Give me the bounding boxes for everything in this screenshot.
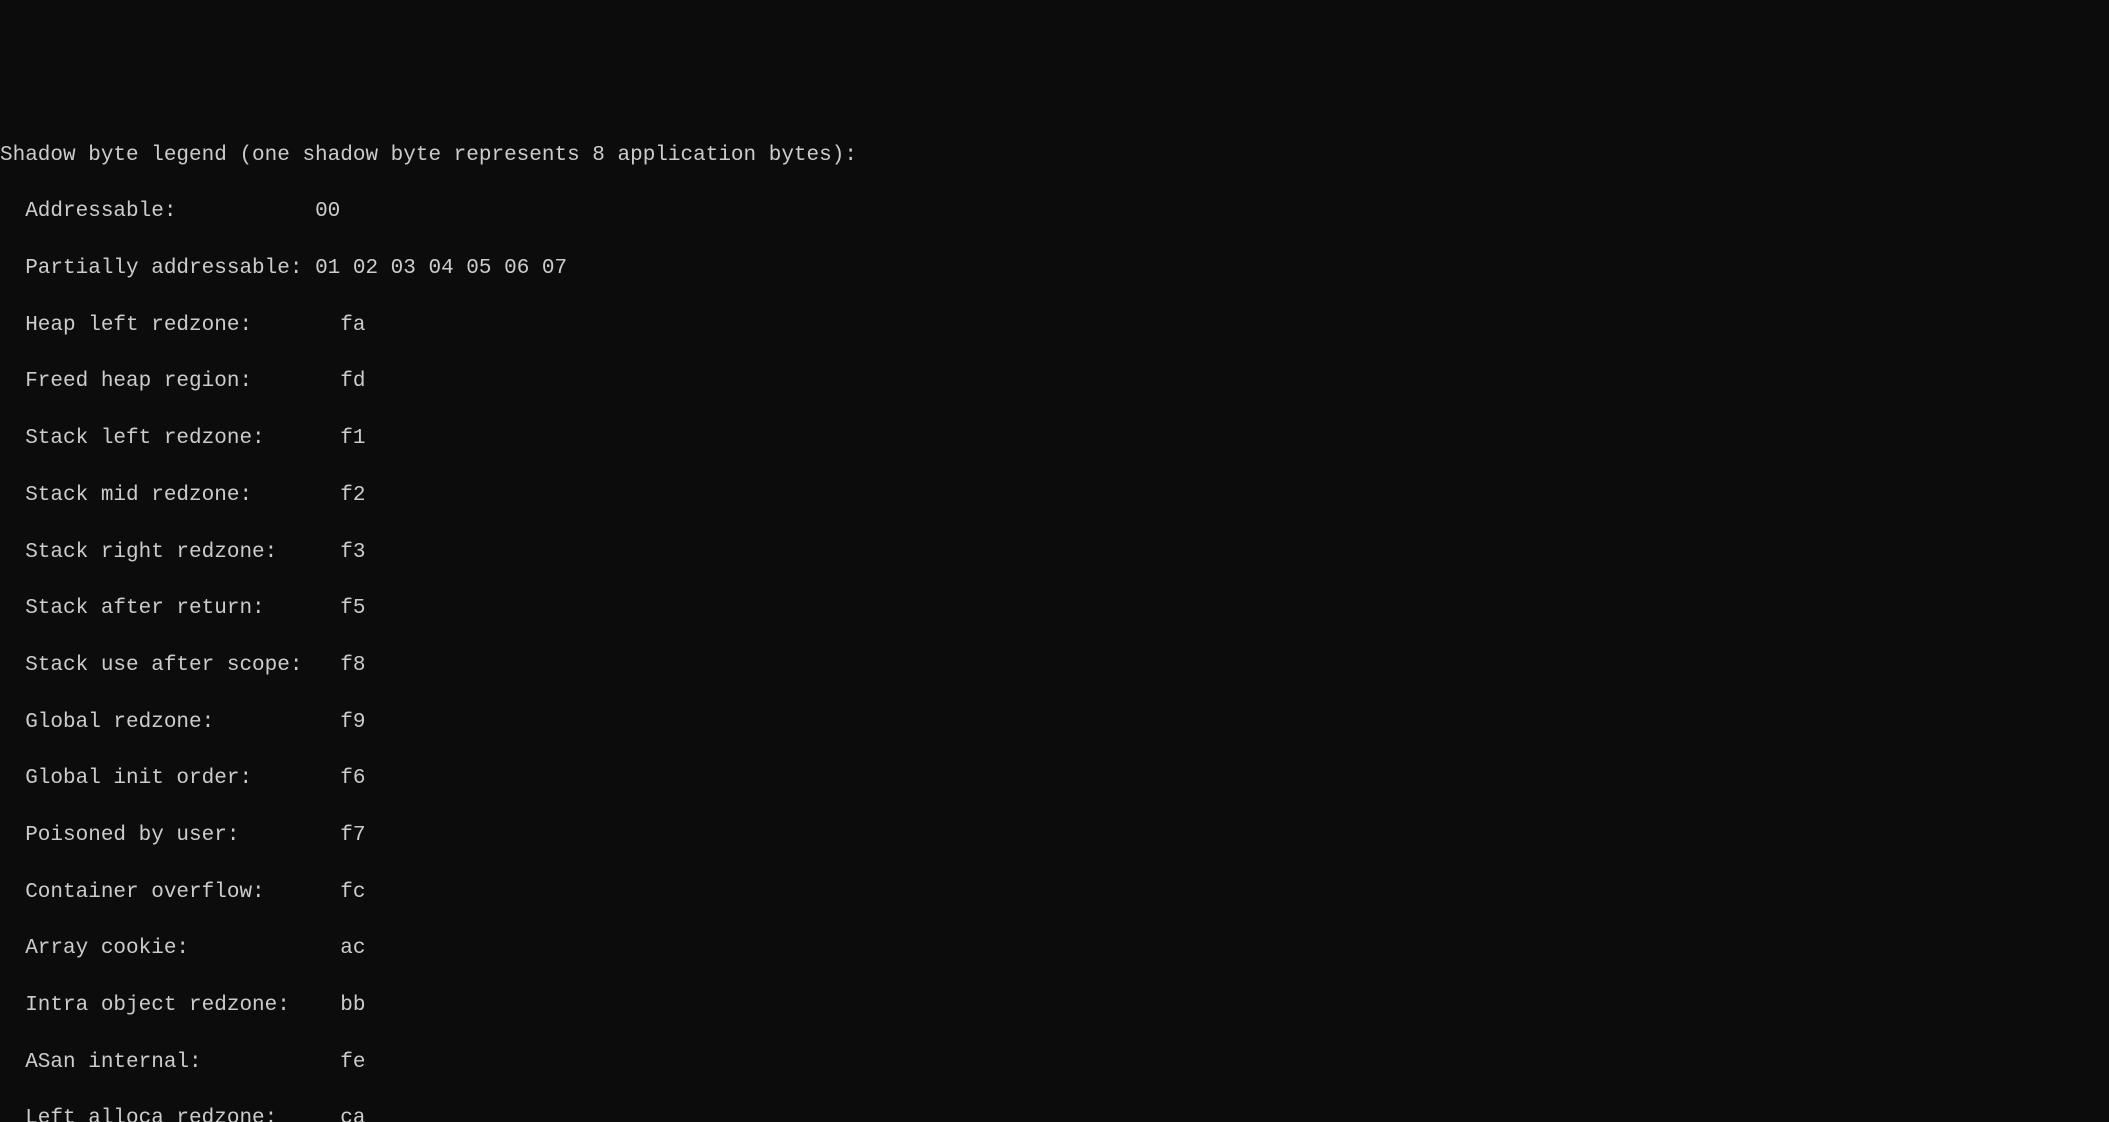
legend-label: Stack after return: [0,595,340,623]
legend-freed-heap-region: Freed heap region: fd [0,368,2109,396]
legend-container-overflow: Container overflow: fc [0,879,2109,907]
legend-value: 01 02 03 04 05 06 07 [315,255,567,283]
legend-value: f6 [340,765,365,793]
legend-label: Global init order: [0,765,340,793]
legend-intra-object-redzone: Intra object redzone: bb [0,992,2109,1020]
legend-stack-left-redzone: Stack left redzone: f1 [0,425,2109,453]
legend-poisoned-by-user: Poisoned by user: f7 [0,822,2109,850]
legend-label: ASan internal: [0,1049,340,1077]
legend-value: fe [340,1049,365,1077]
legend-stack-use-after-scope: Stack use after scope: f8 [0,652,2109,680]
legend-left-alloca-redzone: Left alloca redzone: ca [0,1105,2109,1122]
legend-label: Poisoned by user: [0,822,340,850]
legend-label: Heap left redzone: [0,312,340,340]
asan-shadow-byte-legend: Shadow byte legend (one shadow byte repr… [0,113,2109,1122]
legend-value: 00 [315,198,340,226]
legend-value: ca [340,1105,365,1122]
legend-value: ac [340,935,365,963]
legend-asan-internal: ASan internal: fe [0,1049,2109,1077]
legend-stack-right-redzone: Stack right redzone: f3 [0,539,2109,567]
legend-label: Partially addressable: [0,255,315,283]
legend-stack-after-return: Stack after return: f5 [0,595,2109,623]
legend-value: f1 [340,425,365,453]
legend-label: Global redzone: [0,709,340,737]
legend-label: Array cookie: [0,935,340,963]
legend-stack-mid-redzone: Stack mid redzone: f2 [0,482,2109,510]
legend-value: f2 [340,482,365,510]
legend-label: Left alloca redzone: [0,1105,340,1122]
legend-heap-left-redzone: Heap left redzone: fa [0,312,2109,340]
legend-value: fa [340,312,365,340]
legend-label: Addressable: [0,198,315,226]
legend-global-redzone: Global redzone: f9 [0,709,2109,737]
legend-label: Stack left redzone: [0,425,340,453]
legend-label: Container overflow: [0,879,340,907]
legend-array-cookie: Array cookie: ac [0,935,2109,963]
legend-global-init-order: Global init order: f6 [0,765,2109,793]
legend-value: f7 [340,822,365,850]
legend-label: Intra object redzone: [0,992,340,1020]
legend-label: Stack right redzone: [0,539,340,567]
legend-label: Stack use after scope: [0,652,340,680]
legend-value: f5 [340,595,365,623]
legend-value: f8 [340,652,365,680]
legend-partially-addressable: Partially addressable: 01 02 03 04 05 06… [0,255,2109,283]
legend-value: bb [340,992,365,1020]
legend-label: Stack mid redzone: [0,482,340,510]
legend-addressable: Addressable: 00 [0,198,2109,226]
legend-label: Freed heap region: [0,368,340,396]
legend-value: fd [340,368,365,396]
legend-value: f3 [340,539,365,567]
legend-value: f9 [340,709,365,737]
legend-header: Shadow byte legend (one shadow byte repr… [0,142,2109,170]
legend-value: fc [340,879,365,907]
